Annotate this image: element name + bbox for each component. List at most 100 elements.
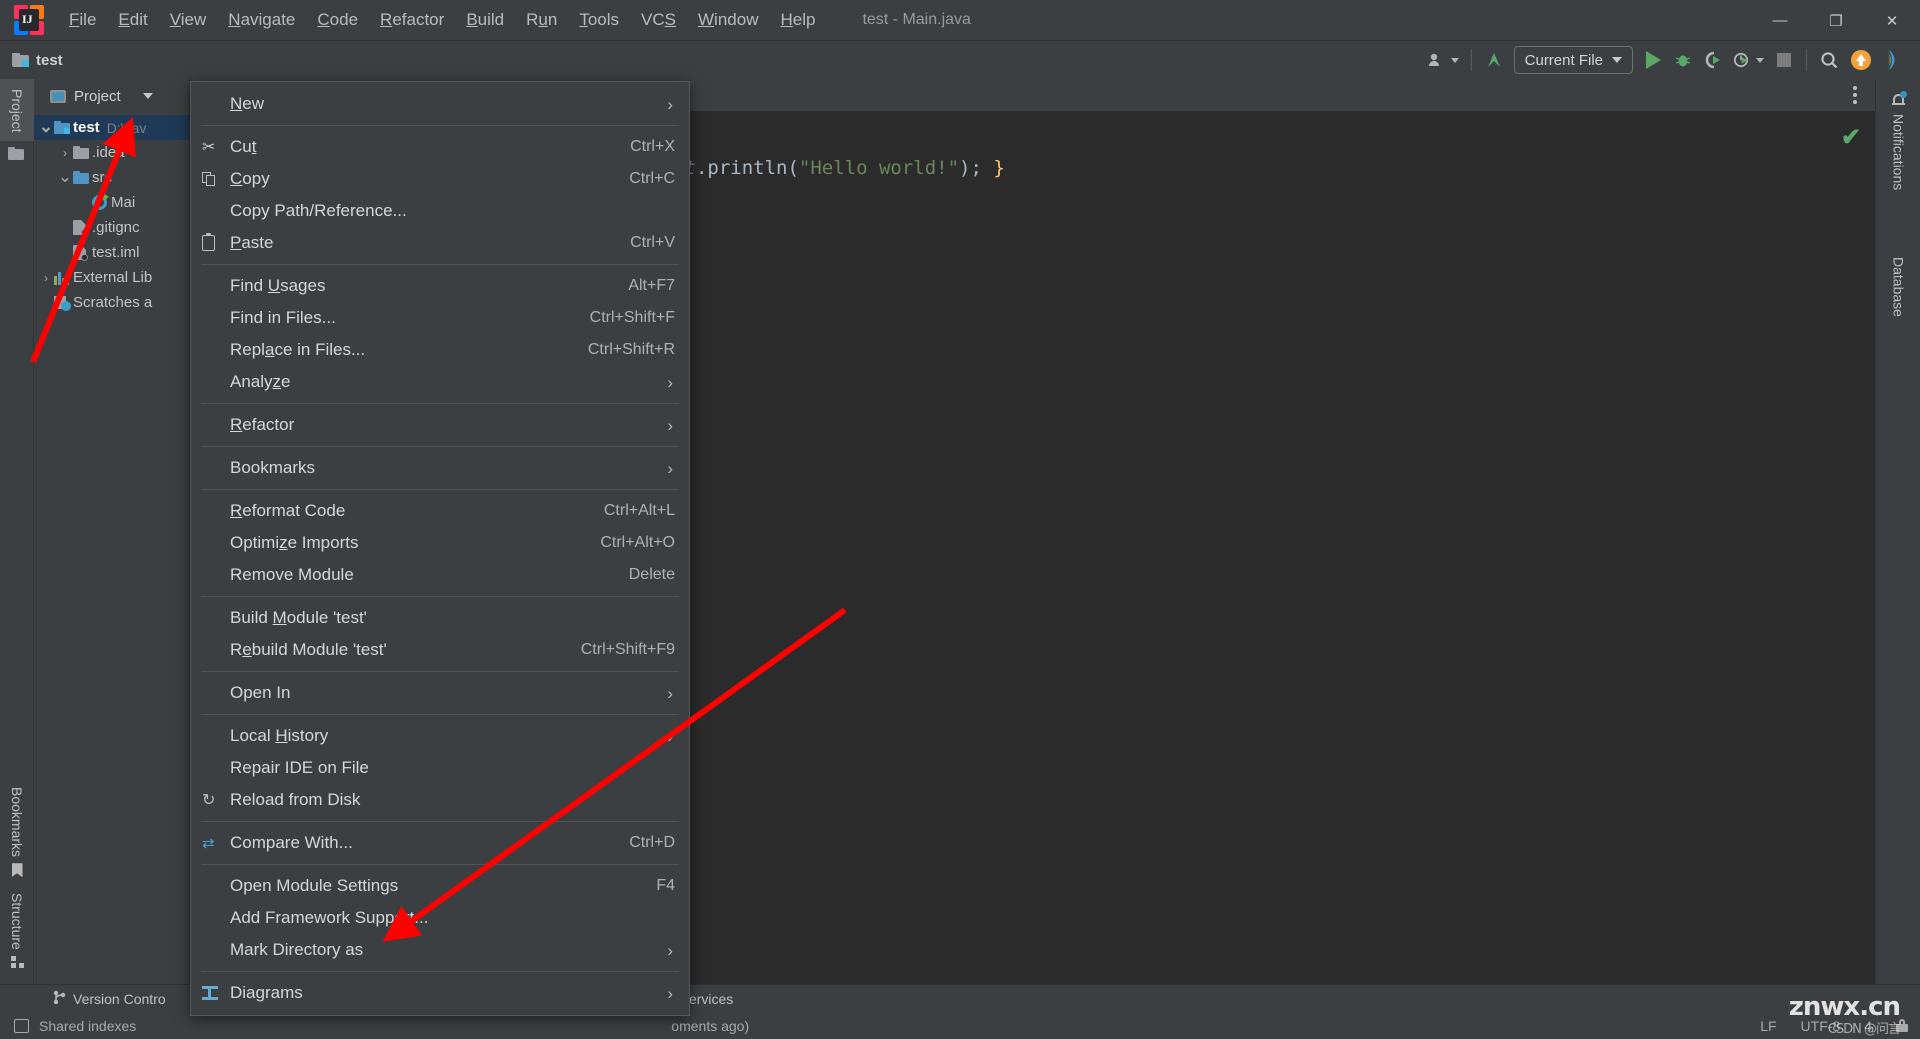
debug-button[interactable]: [1668, 45, 1698, 75]
context-menu-item-label: Analyze: [230, 372, 291, 392]
context-menu-item-label: Open Module Settings: [230, 876, 398, 896]
project-context-menu[interactable]: New› ✂CutCtrl+XCopyCtrl+C Copy Path/Refere…: [190, 81, 690, 1016]
menu-navigate[interactable]: Navigate: [217, 6, 306, 34]
menu-window[interactable]: Window: [687, 6, 769, 34]
context-menu-item-shortcut: Alt+F7: [628, 277, 675, 295]
sidebar-item-project[interactable]: Project: [0, 79, 34, 141]
chevron-right-icon[interactable]: ›: [38, 271, 54, 285]
context-menu-item-buildmoduletest[interactable]: Build Module 'test': [191, 602, 689, 634]
search-everywhere-icon[interactable]: [1814, 45, 1844, 75]
close-button[interactable]: ✕: [1864, 0, 1920, 41]
intellij-idea-window: IJ FileEditViewNavigateCodeRefactorBuild…: [0, 0, 1920, 1039]
menu-help[interactable]: Help: [769, 6, 826, 34]
chevron-right-icon[interactable]: ›: [57, 146, 73, 160]
toolbar-separator: [1471, 49, 1472, 71]
tree-node-idea[interactable]: ›.idea: [34, 140, 189, 165]
sidebar-item-database[interactable]: Database: [1876, 222, 1920, 331]
menu-separator: [201, 264, 679, 265]
account-icon[interactable]: [1423, 45, 1464, 75]
menu-vcs[interactable]: VCS: [630, 6, 687, 34]
project-panel-header[interactable]: Project: [34, 79, 189, 113]
context-menu-item-rebuildmoduletest[interactable]: Rebuild Module 'test'Ctrl+Shift+F9: [191, 634, 689, 666]
reload-icon: ↻: [202, 790, 215, 810]
context-menu-item-comparewith[interactable]: ⇄Compare With...Ctrl+D: [191, 827, 689, 859]
stop-button[interactable]: [1769, 45, 1799, 75]
context-menu-item-copy[interactable]: CopyCtrl+C: [191, 163, 689, 195]
sidebar-item-structure[interactable]: Structure: [0, 885, 34, 976]
tree-node-externallib[interactable]: ›External Lib: [34, 265, 189, 290]
context-menu-item-label: Diagrams: [230, 983, 303, 1003]
code-token: }: [982, 157, 1005, 179]
bookmark-icon: [12, 863, 23, 877]
context-menu-item-reloadfromdisk[interactable]: ↻Reload from Disk: [191, 784, 689, 816]
tree-node-testiml[interactable]: test.iml: [34, 240, 189, 265]
context-menu-item-bookmarks[interactable]: Bookmarks›: [191, 452, 689, 484]
run-button[interactable]: [1638, 45, 1668, 75]
tree-node-label: Scratches a: [73, 294, 152, 311]
profiler-button[interactable]: [1728, 45, 1769, 75]
sidebar-item-bookmarks[interactable]: Bookmarks: [0, 779, 34, 885]
context-menu-item-removemodule[interactable]: Remove ModuleDelete: [191, 559, 689, 591]
context-menu-item-addframeworksupport[interactable]: Add Framework Support...: [191, 902, 689, 934]
context-menu-item-findinfiles[interactable]: Find in Files...Ctrl+Shift+F: [191, 302, 689, 334]
breadcrumb[interactable]: test: [12, 52, 63, 69]
update-available-icon[interactable]: [1844, 45, 1878, 75]
context-menu-item-findusages[interactable]: Find UsagesAlt+F7: [191, 270, 689, 302]
context-menu-item-repairideonfile[interactable]: Repair IDE on File: [191, 752, 689, 784]
context-menu-item-localhistory[interactable]: Local History›: [191, 720, 689, 752]
chevron-right-icon: ›: [667, 985, 673, 1002]
tree-node-label: test.iml: [92, 244, 140, 261]
updates-arrow-icon[interactable]: [1479, 45, 1509, 75]
context-menu-item-reformatcode[interactable]: Reformat CodeCtrl+Alt+L: [191, 495, 689, 527]
chevron-down-icon[interactable]: ⌄: [57, 174, 73, 181]
run-with-coverage-button[interactable]: [1698, 45, 1728, 75]
context-menu-item-shortcut: Ctrl+V: [630, 234, 675, 252]
tree-node-scratchesa[interactable]: Scratches a: [34, 290, 189, 315]
tree-node-mai[interactable]: Mai: [34, 190, 189, 215]
context-menu-item-analyze[interactable]: Analyze ›: [191, 366, 689, 398]
status-line-separator[interactable]: LF: [1760, 1018, 1776, 1034]
context-menu-item-refactor[interactable]: Refactor›: [191, 409, 689, 441]
maximize-button[interactable]: ❐: [1808, 0, 1864, 41]
context-menu-item-openmodulesettings[interactable]: Open Module SettingsF4: [191, 870, 689, 902]
window-controls: — ❐ ✕: [1752, 0, 1920, 41]
chevron-down-icon[interactable]: ⌄: [38, 124, 54, 131]
context-menu-item-diagrams[interactable]: Diagrams ›: [191, 977, 689, 1009]
minimize-button[interactable]: —: [1752, 0, 1808, 41]
status-shared-indexes[interactable]: Shared indexes: [39, 1018, 136, 1034]
context-menu-item-copypathreference[interactable]: Copy Path/Reference...: [191, 195, 689, 227]
context-menu-item-replaceinfiles[interactable]: Replace in Files...Ctrl+Shift+R: [191, 334, 689, 366]
menu-edit[interactable]: Edit: [107, 6, 158, 34]
tool-button-version-control[interactable]: Version Contro: [42, 986, 177, 1012]
menu-build[interactable]: Build: [455, 6, 515, 34]
menu-code[interactable]: Code: [306, 6, 369, 34]
editor-options-icon[interactable]: [1845, 84, 1865, 106]
context-menu-item-paste[interactable]: PasteCtrl+V: [191, 227, 689, 259]
chevron-right-icon: ›: [667, 374, 673, 391]
rail-label-notifications: Notifications: [1891, 114, 1907, 190]
tree-node-src[interactable]: ⌄src: [34, 165, 189, 190]
cut-icon: ✂: [202, 137, 215, 157]
menu-refactor[interactable]: Refactor: [369, 6, 455, 34]
context-menu-item-optimizeimports[interactable]: Optimize ImportsCtrl+Alt+O: [191, 527, 689, 559]
inspection-status-badge[interactable]: ✔: [1841, 123, 1861, 152]
context-menu-item-markdirectoryas[interactable]: Mark Directory as›: [191, 934, 689, 966]
menu-view[interactable]: View: [159, 6, 218, 34]
context-menu-item-cut[interactable]: ✂CutCtrl+X: [191, 131, 689, 163]
menu-file[interactable]: File: [58, 6, 107, 34]
context-menu-item-label: Remove Module: [230, 565, 354, 585]
menu-bar[interactable]: FileEditViewNavigateCodeRefactorBuildRun…: [58, 6, 826, 34]
context-menu-item-new[interactable]: New›: [191, 88, 689, 120]
context-menu-item-openin[interactable]: Open In›: [191, 677, 689, 709]
context-menu-item-label: Copy Path/Reference...: [230, 201, 407, 221]
menu-run[interactable]: Run: [515, 6, 568, 34]
sidebar-item-notifications[interactable]: Notifications: [1876, 79, 1920, 204]
chevron-down-icon[interactable]: [143, 93, 153, 99]
menu-tools[interactable]: Tools: [568, 6, 630, 34]
project-tree[interactable]: ⌄testD:\Jav›.idea⌄srcMai.gitignc test.iml…: [34, 113, 189, 315]
ai-assistant-icon[interactable]: [1878, 45, 1912, 75]
tree-node-test[interactable]: ⌄testD:\Jav: [34, 115, 189, 140]
tree-node-gitignc[interactable]: .gitignc: [34, 215, 189, 240]
menu-separator: [201, 864, 679, 865]
run-configuration-selector[interactable]: Current File: [1514, 46, 1633, 74]
